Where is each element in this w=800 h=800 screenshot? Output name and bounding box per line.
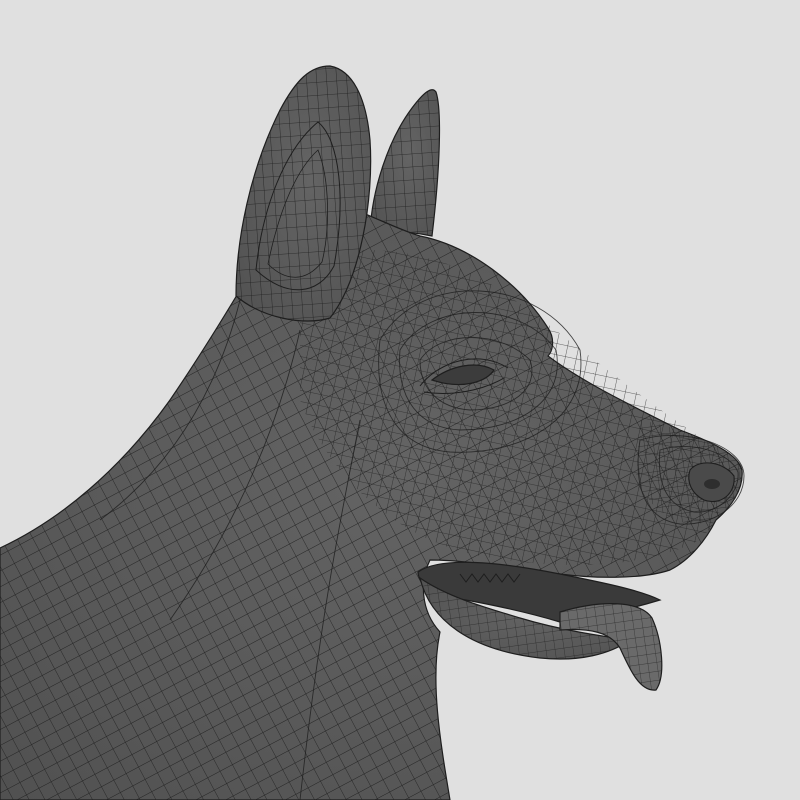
dog-head-wireframe	[0, 65, 745, 800]
render-viewport	[0, 0, 800, 800]
back-ear	[369, 89, 441, 237]
head-and-neck	[0, 197, 743, 800]
